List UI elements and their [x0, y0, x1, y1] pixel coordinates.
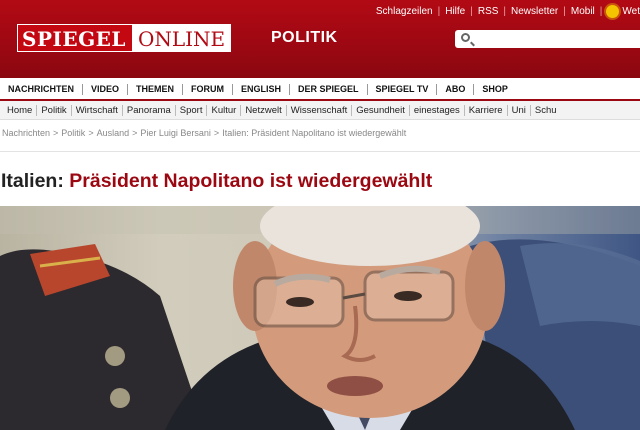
breadcrumb: Nachrichten > Politik > Ausland > Pier Luigi B…: [2, 128, 407, 138]
top-link-newsletter[interactable]: Newsletter: [506, 6, 563, 17]
main-nav-spiegel-tv[interactable]: SPIEGEL TV: [368, 84, 438, 95]
main-nav-abo[interactable]: ABO: [437, 84, 475, 95]
sub-nav: Home Politik Wirtschaft Panorama Sport K…: [0, 101, 640, 120]
main-nav-der-spiegel[interactable]: DER SPIEGEL: [290, 84, 368, 95]
sub-nav-wirtschaft[interactable]: Wirtschaft: [72, 104, 123, 116]
article-kicker: Italien:: [1, 170, 64, 192]
main-nav-shop[interactable]: SHOP: [474, 84, 516, 95]
top-link-hilfe[interactable]: Hilfe: [440, 6, 470, 17]
breadcrumb-current: Italien: Präsident Napolitano ist wieder…: [222, 128, 407, 138]
sub-nav-wissenschaft[interactable]: Wissenschaft: [287, 104, 353, 116]
sub-nav-home[interactable]: Home: [0, 104, 38, 116]
section-title[interactable]: POLITIK: [271, 29, 338, 47]
search-input[interactable]: [455, 30, 640, 48]
top-link-rss[interactable]: RSS: [473, 6, 504, 17]
main-nav-themen[interactable]: THEMEN: [128, 84, 184, 95]
search-icon[interactable]: [461, 33, 470, 42]
main-nav-forum[interactable]: FORUM: [183, 84, 234, 95]
breadcrumb-politik[interactable]: Politik: [61, 128, 85, 138]
top-link-mobil[interactable]: Mobil: [566, 6, 600, 17]
top-link-schlagzeilen[interactable]: Schlagzeilen: [371, 6, 438, 17]
sub-nav-kultur[interactable]: Kultur: [207, 104, 242, 116]
main-nav: NACHRICHTEN VIDEO THEMEN FORUM ENGLISH D…: [0, 80, 640, 99]
breadcrumb-ausland[interactable]: Ausland: [97, 128, 130, 138]
main-nav-english[interactable]: ENGLISH: [233, 84, 291, 95]
main-nav-video[interactable]: VIDEO: [83, 84, 129, 95]
sub-nav-sport[interactable]: Sport: [176, 104, 208, 116]
breadcrumb-nachrichten[interactable]: Nachrichten: [2, 128, 50, 138]
article-photo-illustration: [0, 206, 640, 430]
logo-spiegel-text: SPIEGEL: [18, 25, 132, 51]
top-link-wetter[interactable]: Wet: [622, 6, 640, 17]
site-header: Schlagzeilen | Hilfe | RSS | Newsletter | Mo…: [0, 0, 640, 78]
breadcrumb-divider: [0, 151, 640, 152]
logo-online-text: ONLINE: [131, 25, 231, 51]
article-title: Präsident Napolitano ist wiedergewählt: [69, 170, 433, 192]
article-headline: Italien: Präsident Napolitano ist wieder…: [1, 170, 432, 193]
sub-nav-gesundheit[interactable]: Gesundheit: [352, 104, 410, 116]
top-links: Schlagzeilen | Hilfe | RSS | Newsletter | Mo…: [371, 5, 640, 18]
sub-nav-karriere[interactable]: Karriere: [465, 104, 508, 116]
article-photo[interactable]: [0, 206, 640, 430]
sub-nav-uni[interactable]: Uni: [508, 104, 531, 116]
sub-nav-einestages[interactable]: einestages: [410, 104, 465, 116]
weather-sun-icon[interactable]: [606, 5, 620, 18]
main-nav-nachrichten[interactable]: NACHRICHTEN: [0, 84, 83, 95]
spiegel-online-logo[interactable]: SPIEGEL ONLINE: [17, 24, 232, 52]
sub-nav-politik[interactable]: Politik: [37, 104, 72, 116]
sub-nav-schule[interactable]: Schu: [531, 105, 561, 116]
breadcrumb-bersani[interactable]: Pier Luigi Bersani: [140, 128, 211, 138]
sub-nav-netzwelt[interactable]: Netzwelt: [241, 104, 287, 116]
sub-nav-panorama[interactable]: Panorama: [123, 104, 176, 116]
